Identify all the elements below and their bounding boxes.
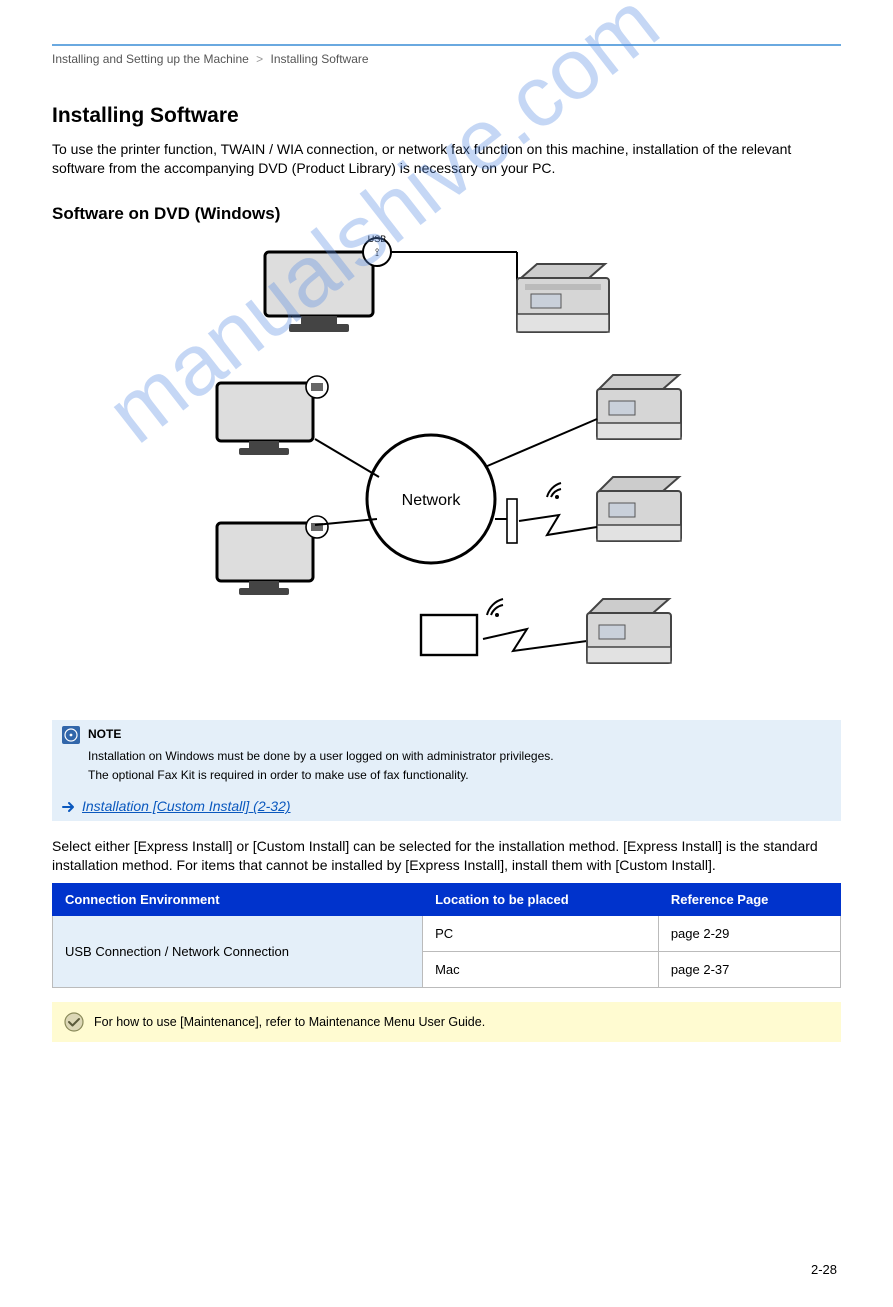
section-heading-dvd: Software on DVD (Windows) (52, 204, 841, 224)
page-number: 2-28 (811, 1262, 837, 1277)
note-box: NOTE Installation on Windows must be don… (52, 720, 841, 821)
cell-ref: page 2-37 (658, 951, 840, 987)
custom-install-link[interactable]: Installation [Custom Install] (2-32) (82, 797, 291, 817)
cell-ref: page 2-29 (658, 915, 840, 951)
svg-text:⟟: ⟟ (374, 247, 378, 259)
cell-env: USB Connection / Network Connection (53, 915, 423, 987)
note-disc-icon (62, 726, 80, 744)
install-method-paragraph: Select either [Express Install] or [Cust… (52, 837, 841, 875)
connection-table: Connection Environment Location to be pl… (52, 883, 841, 988)
breadcrumb-separator: > (252, 52, 267, 66)
tip-box: For how to use [Maintenance], refer to M… (52, 1002, 841, 1042)
th-reference: Reference Page (658, 883, 840, 915)
checkmark-icon (64, 1012, 84, 1032)
note-text-1: Installation on Windows must be done by … (88, 748, 831, 765)
th-environment: Connection Environment (53, 883, 423, 915)
cell-loc: Mac (423, 951, 659, 987)
cell-loc: PC (423, 915, 659, 951)
note-text-2: The optional Fax Kit is required in orde… (88, 767, 831, 784)
intro-paragraph: To use the printer function, TWAIN / WIA… (52, 140, 841, 178)
network-label: Network (401, 492, 461, 509)
network-diagram: Network (52, 359, 841, 684)
tip-text: For how to use [Maintenance], refer to M… (94, 1015, 485, 1029)
th-location: Location to be placed (423, 883, 659, 915)
table-row: USB Connection / Network Connection PC p… (53, 915, 841, 951)
usb-diagram: ⟟ USB (52, 234, 841, 349)
breadcrumb-item: Installing Software (271, 52, 369, 66)
breadcrumb: Installing and Setting up the Machine > … (52, 52, 841, 66)
arrow-icon (62, 800, 76, 814)
page-title: Installing Software (52, 104, 841, 128)
breadcrumb-item: Installing and Setting up the Machine (52, 52, 249, 66)
usb-label: USB (367, 234, 386, 244)
